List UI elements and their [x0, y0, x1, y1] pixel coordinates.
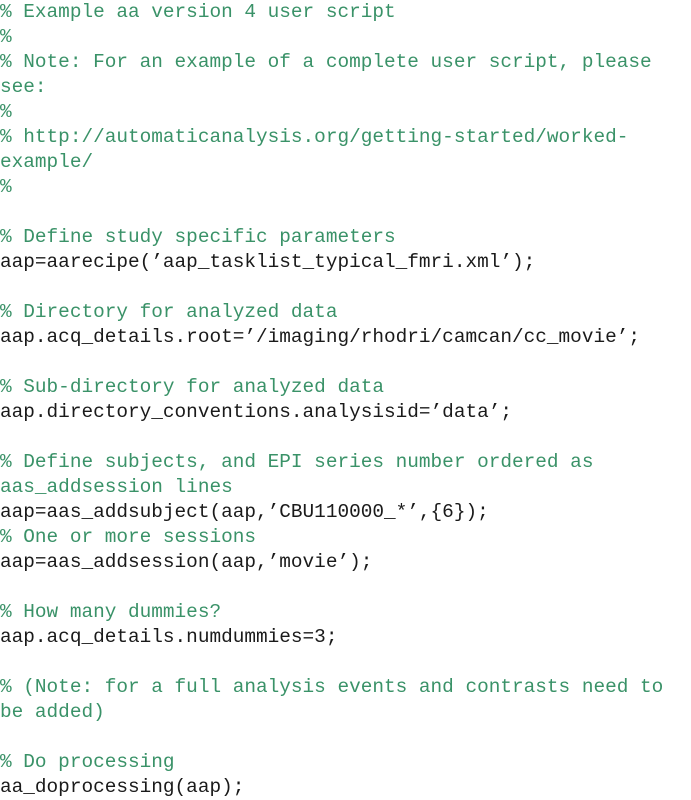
code-line: % Example aa version 4 user script	[0, 1, 396, 23]
code-line: aap.acq_details.root=’/imaging/rhodri/ca…	[0, 326, 640, 348]
code-line: % How many dummies?	[0, 601, 222, 623]
code-line: aap=aarecipe(’aap_tasklist_typical_fmri.…	[0, 251, 536, 273]
code-line: % Do processing	[0, 751, 175, 773]
code-line: %	[0, 26, 12, 48]
code-line: % Sub-directory for analyzed data	[0, 376, 384, 398]
code-line: aa_doprocessing(aap);	[0, 776, 245, 798]
code-line: % http://automaticanalysis.org/getting-s…	[0, 126, 629, 173]
code-listing: % Example aa version 4 user script% % Not…	[0, 0, 691, 800]
code-line: aap=aas_addsession(aap,’movie’);	[0, 551, 373, 573]
code-line: aap=aas_addsubject(aap,’CBU110000_*’,{6}…	[0, 501, 489, 523]
code-line: % Note: For an example of a complete use…	[0, 51, 664, 98]
code-line: % Define study specific parameters	[0, 226, 396, 248]
code-line: % Directory for analyzed data	[0, 301, 338, 323]
code-line: % (Note: for a full analysis events and …	[0, 676, 675, 723]
code-line: aap.directory_conventions.analysisid=’da…	[0, 401, 512, 423]
code-line: aap.acq_details.numdummies=3;	[0, 626, 338, 648]
code-line: %	[0, 101, 12, 123]
code-line: % One or more sessions	[0, 526, 256, 548]
code-line: %	[0, 176, 12, 198]
code-line: % Define subjects, and EPI series number…	[0, 451, 606, 498]
